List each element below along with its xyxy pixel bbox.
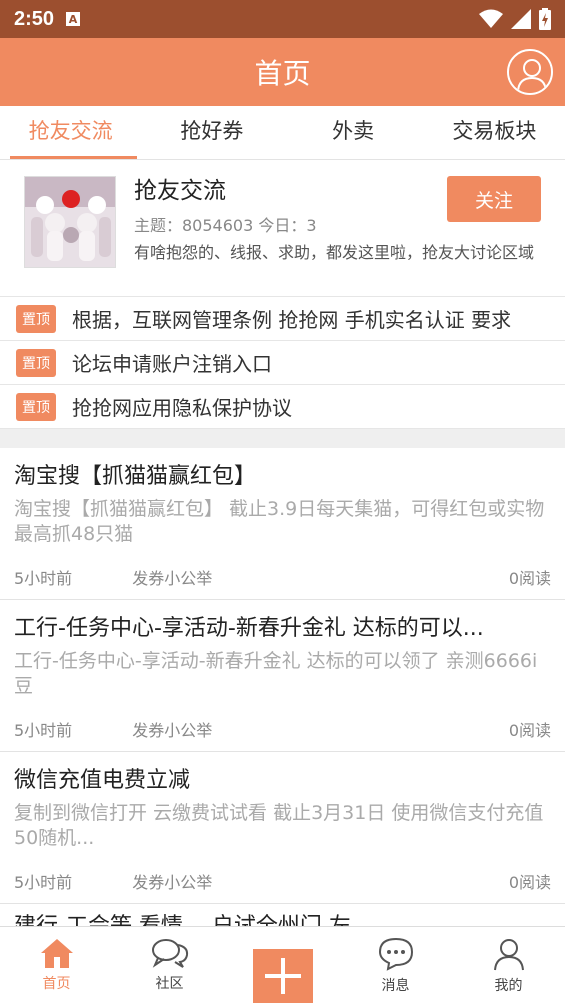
tab-coupons[interactable]: 抢好券	[141, 106, 282, 159]
post-excerpt: 复制到微信打开 云缴费试试看 截止3月31日 使用微信支付充值50随机...	[14, 802, 544, 849]
post-title: 微信充值电费立减	[14, 768, 191, 793]
post-author: 发券小公举	[132, 873, 213, 892]
nav-community-label: 社区	[155, 976, 184, 992]
nav-add[interactable]	[226, 927, 339, 1004]
post-time: 5小时前	[14, 721, 73, 740]
post-author: 发券小公举	[132, 721, 213, 740]
plus-icon	[264, 958, 301, 994]
post-title: 淘宝搜【抓猫猫赢红包】	[14, 464, 257, 489]
nav-mine-label: 我的	[494, 978, 523, 994]
post-item[interactable]: 工行-任务中心-享活动-新春升金礼 达标的可以... 工行-任务中心-享活动-新…	[0, 600, 565, 752]
post-excerpt: 工行-任务中心-享活动-新春升金礼 达标的可以领了 亲测6666i豆	[14, 650, 538, 697]
tab-forum-chat[interactable]: 抢友交流	[0, 106, 141, 159]
bottom-navigation: 首页 社区 消息 我的	[0, 926, 565, 1004]
section-divider	[0, 428, 565, 448]
app-header: 首页	[0, 38, 565, 106]
pinned-title: 抢抢网应用隐私保护协议	[72, 396, 292, 420]
user-avatar-button[interactable]	[507, 49, 553, 95]
user-avatar-icon	[509, 51, 551, 93]
post-item[interactable]: 淘宝搜【抓猫猫赢红包】 淘宝搜【抓猫猫赢红包】 截止3.9日每天集猫，可得红包或…	[0, 448, 565, 600]
pinned-title: 论坛申请账户注销入口	[72, 352, 272, 376]
post-time: 5小时前	[14, 569, 73, 588]
notification-icon: A	[66, 12, 81, 26]
forum-description: 有啥抱怨的、线报、求助，都发这里啦，抢友大讨论区域	[134, 243, 535, 262]
nav-community[interactable]: 社区	[113, 927, 226, 1004]
status-time: 2:50	[14, 7, 55, 30]
status-icons	[479, 8, 551, 30]
battery-icon	[539, 8, 551, 30]
add-post-button[interactable]	[252, 949, 313, 1003]
tab-takeout[interactable]: 外卖	[283, 106, 424, 159]
pinned-badge: 置顶	[16, 392, 56, 421]
post-read-count: 0阅读	[508, 569, 551, 588]
post-author: 发券小公举	[132, 569, 213, 588]
post-meta: 5小时前 发券小公举 0阅读	[14, 717, 551, 741]
pinned-post[interactable]: 置顶 根据，互联网管理条例 抢抢网 手机实名认证 要求	[0, 296, 565, 340]
status-bar: 2:50 A	[0, 0, 565, 38]
user-icon	[493, 939, 524, 971]
post-read-count: 0阅读	[508, 873, 551, 892]
nav-mine[interactable]: 我的	[452, 927, 565, 1004]
pinned-post[interactable]: 置顶 论坛申请账户注销入口	[0, 340, 565, 384]
nav-home[interactable]: 首页	[0, 927, 113, 1004]
post-title: 工行-任务中心-享活动-新春升金礼 达标的可以...	[14, 616, 484, 641]
message-icon	[378, 937, 413, 971]
post-meta: 5小时前 发券小公举 0阅读	[14, 869, 551, 893]
post-read-count: 0阅读	[508, 721, 551, 740]
pinned-badge: 置顶	[16, 348, 56, 377]
home-icon	[40, 939, 73, 968]
nav-home-label: 首页	[42, 976, 71, 992]
pinned-title: 根据，互联网管理条例 抢抢网 手机实名认证 要求	[72, 308, 512, 332]
community-icon	[151, 939, 188, 968]
nav-messages-label: 消息	[381, 978, 410, 994]
post-time: 5小时前	[14, 873, 73, 892]
pinned-badge: 置顶	[16, 304, 56, 333]
category-tabs: 抢友交流 抢好券 外卖 交易板块	[0, 106, 565, 160]
nav-messages[interactable]: 消息	[339, 927, 452, 1004]
forum-thumbnail	[24, 176, 116, 268]
page-title: 首页	[254, 57, 311, 90]
post-excerpt: 淘宝搜【抓猫猫赢红包】 截止3.9日每天集猫，可得红包或实物 最高抓48只猫	[14, 498, 545, 545]
forum-info-card: 抢友交流 主题：8054603 今日：3 有啥抱怨的、线报、求助，都发这里啦，抢…	[0, 160, 565, 296]
pinned-post[interactable]: 置顶 抢抢网应用隐私保护协议	[0, 384, 565, 428]
wifi-icon	[479, 9, 503, 28]
post-item[interactable]: 微信充值电费立减 复制到微信打开 云缴费试试看 截止3月31日 使用微信支付充值…	[0, 752, 565, 904]
follow-button[interactable]: 关注	[447, 176, 541, 222]
post-meta: 5小时前 发券小公举 0阅读	[14, 565, 551, 589]
tab-trading[interactable]: 交易板块	[424, 106, 565, 159]
signal-icon	[511, 9, 531, 29]
